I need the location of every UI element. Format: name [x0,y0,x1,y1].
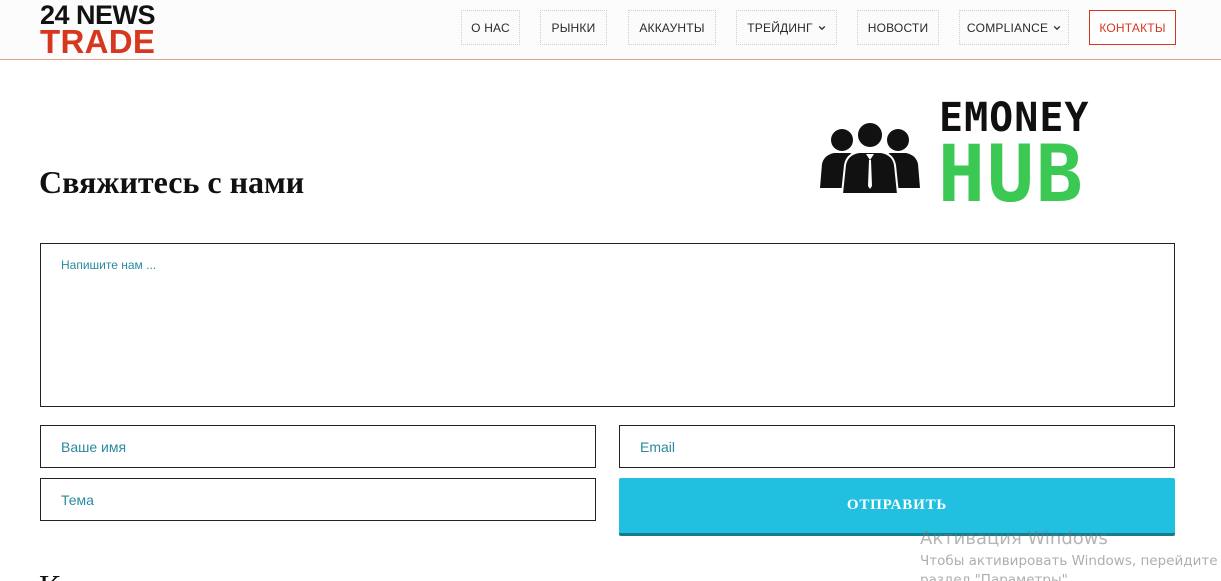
email-input[interactable] [619,425,1175,468]
nav-item-accounts[interactable]: АККАУНТЫ [628,10,716,45]
subject-input[interactable] [40,478,596,521]
hub-word: HUB [938,130,1085,220]
name-input[interactable] [40,425,596,468]
windows-activation-title: Активация Windows [920,528,1108,549]
nav-item-news[interactable]: НОВОСТИ [857,10,939,45]
nav-item-label: НОВОСТИ [867,20,929,35]
nav-item-compliance[interactable]: COMPLIANCE [959,10,1069,45]
page-title: Свяжитесь с нами [39,164,305,200]
nav-item-markets[interactable]: РЫНКИ [540,10,607,45]
chevron-down-icon [1053,25,1061,30]
nav-item-label: COMPLIANCE [966,20,1049,35]
emoney-hub-logo: EMONEY HUB [818,98,1148,220]
nav-item-label: КОНТАКТЫ [1099,20,1166,35]
nav-item-label: АККАУНТЫ [639,20,705,35]
nav-item-contacts[interactable]: КОНТАКТЫ [1089,10,1176,45]
logo-bottom-text: TRADE [40,23,156,60]
page: 24 NEWS TRADE О НАС РЫНКИ АККАУНТЫ ТРЕЙД… [0,0,1221,581]
nav-item-label: О НАС [471,20,510,35]
windows-activation-text-2: раздел "Параметры". [920,572,1073,581]
chevron-down-icon [818,25,825,30]
next-section-heading: К [39,568,60,581]
nav-item-trading[interactable]: ТРЕЙДИНГ [736,10,837,45]
nav-item-label: РЫНКИ [551,20,596,35]
nav-item-about[interactable]: О НАС [461,10,520,45]
team-people-icon [820,121,920,194]
site-header: 24 NEWS TRADE О НАС РЫНКИ АККАУНТЫ ТРЕЙД… [0,0,1221,60]
windows-activation-text: Чтобы активировать Windows, перейдите в [920,553,1221,569]
message-textarea[interactable] [40,243,1175,407]
site-logo[interactable]: 24 NEWS TRADE [40,2,156,60]
nav-item-label: ТРЕЙДИНГ [747,20,813,35]
